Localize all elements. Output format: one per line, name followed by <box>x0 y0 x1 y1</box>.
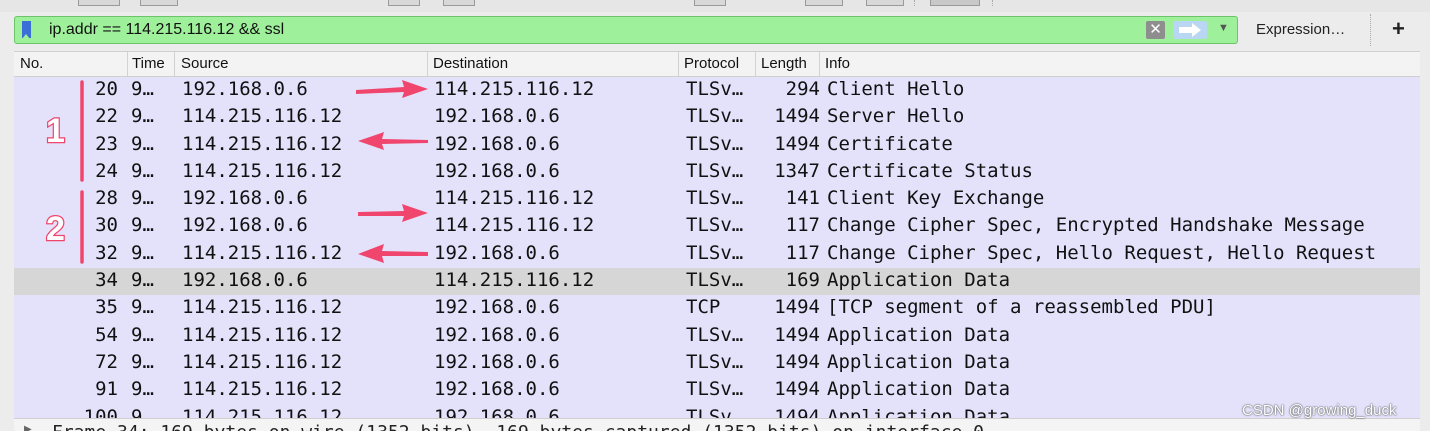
arrow-right-icon <box>358 204 428 222</box>
arrow-left-icon <box>358 244 428 263</box>
watermark: CSDN @growing_duck <box>1242 402 1397 419</box>
annotation-overlay: 1 2 <box>45 80 428 264</box>
arrow-right-icon <box>356 80 428 98</box>
arrow-left-icon <box>358 132 428 150</box>
group-label-2: 2 <box>46 210 65 248</box>
group-label-1: 1 <box>46 112 65 150</box>
